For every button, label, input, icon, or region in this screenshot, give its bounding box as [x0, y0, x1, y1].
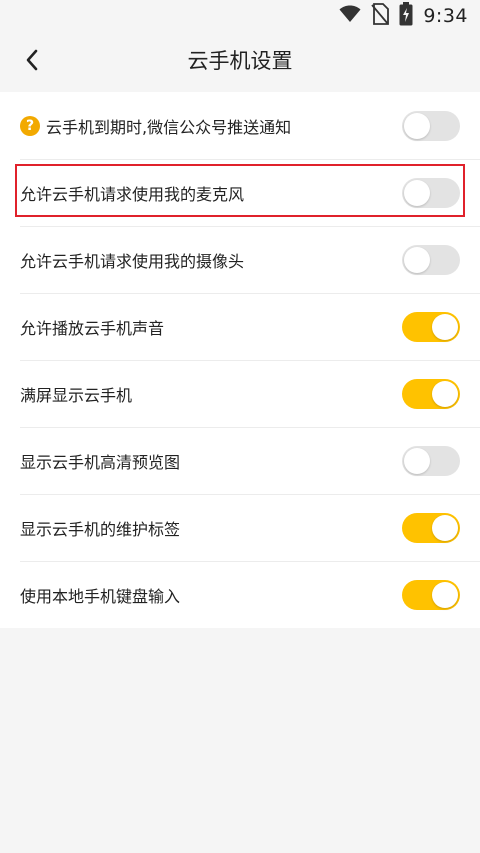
setting-label: 显示云手机的维护标签: [20, 519, 181, 539]
toggle-knob: [432, 380, 458, 407]
setting-label: 使用本地手机键盘输入: [20, 586, 181, 606]
setting-row-fullscreen: 满屏显示云手机: [0, 360, 480, 427]
setting-row-local-keyboard: 使用本地手机键盘输入: [0, 561, 480, 628]
toggle-knob: [404, 447, 430, 474]
toggle-play-sound[interactable]: [402, 311, 460, 342]
setting-label: 允许云手机请求使用我的摄像头: [20, 251, 245, 271]
toggle-knob: [404, 179, 430, 206]
toggle-knob: [404, 112, 430, 139]
setting-row-play-sound: 允许播放云手机声音: [0, 293, 480, 360]
battery-charging-icon: [399, 2, 413, 30]
setting-row-maintenance-tag: 显示云手机的维护标签: [0, 494, 480, 561]
settings-list: ? 云手机到期时,微信公众号推送通知 允许云手机请求使用我的麦克风 允许云手机请…: [0, 92, 480, 628]
setting-label: 允许播放云手机声音: [20, 318, 165, 338]
toggle-local-keyboard[interactable]: [402, 579, 460, 610]
setting-row-camera-permission: 允许云手机请求使用我的摄像头: [0, 226, 480, 293]
app-bar: 云手机设置: [0, 32, 480, 90]
toggle-knob: [404, 246, 430, 273]
setting-row-microphone-permission: 允许云手机请求使用我的麦克风: [0, 159, 480, 226]
help-icon[interactable]: ?: [20, 115, 40, 136]
setting-row-wechat-expiry-notification: ? 云手机到期时,微信公众号推送通知: [0, 92, 480, 159]
toggle-hd-preview[interactable]: [402, 445, 460, 476]
toggle-knob: [432, 514, 458, 541]
toggle-knob: [432, 581, 458, 608]
toggle-wechat-expiry-notification[interactable]: [402, 110, 460, 141]
toggle-microphone-permission[interactable]: [402, 177, 460, 208]
page-title: 云手机设置: [187, 49, 293, 73]
setting-label: 满屏显示云手机: [20, 385, 133, 405]
toggle-knob: [432, 313, 458, 340]
setting-label: 显示云手机高清预览图: [20, 452, 181, 472]
toggle-fullscreen[interactable]: [402, 378, 460, 409]
status-icons: 9:34: [339, 2, 468, 30]
setting-label: 云手机到期时,微信公众号推送通知: [46, 117, 292, 137]
no-sim-icon: [371, 3, 390, 29]
toggle-maintenance-tag[interactable]: [402, 512, 460, 543]
status-time: 9:34: [423, 5, 468, 27]
wifi-icon: [339, 5, 361, 27]
status-bar: 9:34: [0, 0, 480, 32]
toggle-camera-permission[interactable]: [402, 244, 460, 275]
setting-row-hd-preview: 显示云手机高清预览图: [0, 427, 480, 494]
setting-label: 允许云手机请求使用我的麦克风: [20, 184, 245, 204]
